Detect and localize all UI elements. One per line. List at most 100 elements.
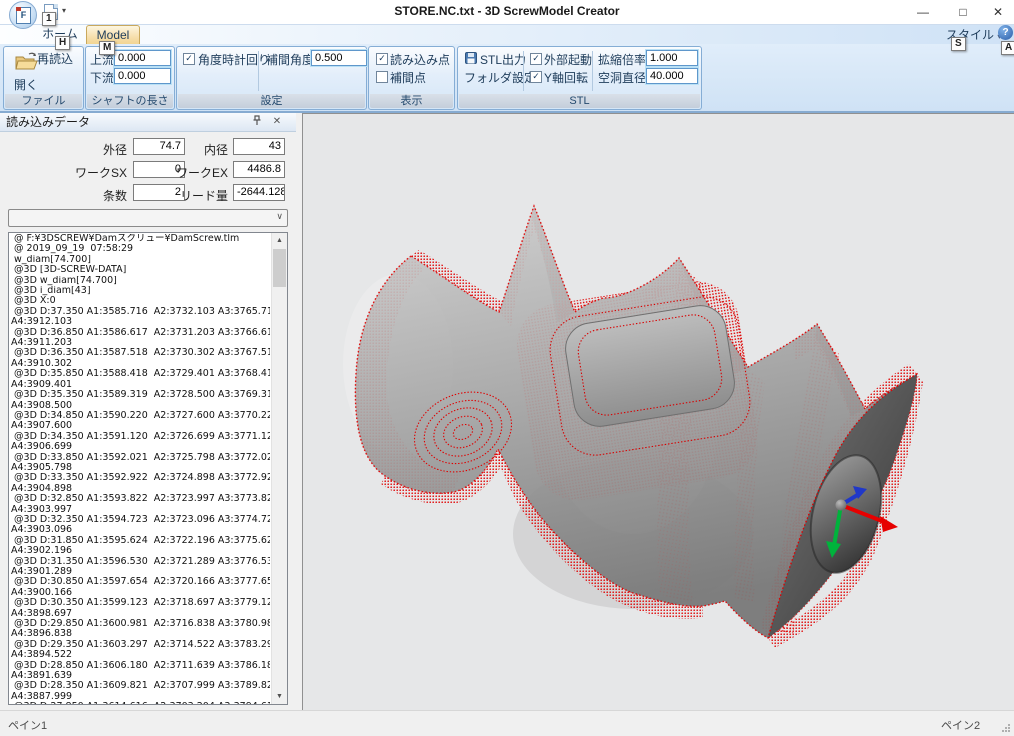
list-line[interactable]: @3D D:35.850 A1:3588.418 A2:3729.401 A3:…	[11, 369, 270, 379]
application-menu-button[interactable]: F	[9, 1, 37, 29]
inner-diameter-field[interactable]: 43	[233, 138, 285, 155]
minimize-button[interactable]: —	[908, 2, 938, 22]
list-line[interactable]: A4:3904.898	[11, 484, 270, 494]
clockwise-checkbox-label[interactable]: 角度時計回り	[198, 51, 270, 68]
list-line[interactable]: @3D D:30.350 A1:3599.123 A2:3718.697 A3:…	[11, 598, 270, 608]
screw-model-canvas	[303, 114, 1014, 711]
list-line[interactable]: @3D X:0	[11, 296, 270, 306]
y-rotate-checkbox[interactable]: ✓	[530, 71, 542, 83]
scale-factor-input[interactable]: 1.000	[646, 50, 698, 66]
list-line[interactable]: A4:3907.600	[11, 421, 270, 431]
list-line[interactable]: A4:3910.302	[11, 359, 270, 369]
loaded-points-label[interactable]: 読み込み点	[390, 51, 450, 68]
list-line[interactable]: @3D w_diam[74.700]	[11, 276, 270, 286]
list-line[interactable]: A4:3902.196	[11, 546, 270, 556]
reload-button[interactable]: 再読込	[37, 50, 73, 67]
loaded-points-checkbox[interactable]: ✓	[376, 53, 388, 65]
list-line[interactable]: A4:3912.103	[11, 317, 270, 327]
list-line[interactable]: @3D D:36.850 A1:3586.617 A2:3731.203 A3:…	[11, 328, 270, 338]
list-line[interactable]: @3D D:33.350 A1:3592.922 A2:3724.898 A3:…	[11, 473, 270, 483]
list-line[interactable]: A4:3906.699	[11, 442, 270, 452]
keytip-qat: 1	[42, 12, 56, 26]
folder-settings-button[interactable]: フォルダ設定	[464, 69, 536, 86]
list-line[interactable]: A4:3894.522	[11, 650, 270, 660]
group-label-stl: STL	[459, 94, 700, 108]
list-line[interactable]: @3D D:36.350 A1:3587.518 A2:3730.302 A3:…	[11, 348, 270, 358]
list-line[interactable]: A4:3896.838	[11, 629, 270, 639]
list-line[interactable]: A4:3905.798	[11, 463, 270, 473]
list-line[interactable]: A4:3900.166	[11, 588, 270, 598]
cavity-diameter-input[interactable]: 40.000	[646, 68, 698, 84]
list-line[interactable]: @3D D:31.350 A1:3596.530 A2:3721.289 A3:…	[11, 557, 270, 567]
list-line[interactable]: A4:3891.639	[11, 671, 270, 681]
y-rotate-label[interactable]: Y軸回転	[544, 69, 588, 86]
scale-factor-label: 拡縮倍率	[598, 51, 646, 68]
list-line[interactable]: A4:3911.203	[11, 338, 270, 348]
list-line[interactable]: @3D D:29.350 A1:3603.297 A2:3714.522 A3:…	[11, 640, 270, 650]
cavity-diameter-label: 空洞直径	[598, 69, 646, 86]
list-line[interactable]: A4:3909.401	[11, 380, 270, 390]
keytip-style: S	[951, 37, 966, 51]
list-line[interactable]: @3D D:34.850 A1:3590.220 A2:3727.600 A3:…	[11, 411, 270, 421]
scroll-down-icon[interactable]: ▼	[272, 689, 287, 704]
list-line[interactable]: A4:3898.697	[11, 609, 270, 619]
list-line[interactable]: @3D D:35.350 A1:3589.319 A2:3728.500 A3:…	[11, 390, 270, 400]
list-line[interactable]: w_diam[74.700]	[11, 255, 270, 265]
list-line[interactable]: A4:3887.999	[11, 692, 270, 702]
lead-amount-label: リード量	[162, 187, 228, 204]
group-label-shaft: シャフトの長さ	[87, 94, 173, 108]
work-ex-field[interactable]: 4486.8	[233, 161, 285, 178]
interp-points-label[interactable]: 補間点	[390, 69, 426, 86]
resize-grip[interactable]	[1001, 723, 1011, 733]
list-line[interactable]: @3D D:28.850 A1:3606.180 A2:3711.639 A3:…	[11, 661, 270, 671]
pin-icon[interactable]	[250, 115, 264, 129]
list-line[interactable]: @3D D:31.850 A1:3595.624 A2:3722.196 A3:…	[11, 536, 270, 546]
list-line[interactable]: A4:3903.096	[11, 525, 270, 535]
scroll-up-icon[interactable]: ▲	[272, 233, 287, 248]
list-line[interactable]: A4:3901.289	[11, 567, 270, 577]
list-line[interactable]: @3D D:37.350 A1:3585.716 A2:3732.103 A3:…	[11, 307, 270, 317]
ribbon-group-settings: ✓ 角度時計回り 補間角度 0.500 設定	[176, 46, 367, 110]
loaded-data-panel: 読み込みデータ ✕ 外径 74.7 内径 43 ワークSX 0 ワークEX 44…	[0, 113, 296, 710]
list-line[interactable]: @3D D:29.850 A1:3600.981 A2:3716.838 A3:…	[11, 619, 270, 629]
maximize-button[interactable]: □	[948, 2, 978, 22]
quick-access-dropdown-icon[interactable]: ▾	[62, 6, 66, 15]
list-line[interactable]: @3D i_diam[43]	[11, 286, 270, 296]
data-combobox[interactable]: ∨	[8, 209, 288, 227]
work-ex-label: ワークEX	[162, 164, 228, 181]
viewport-3d[interactable]	[302, 113, 1014, 711]
lead-amount-field[interactable]: -2644.1287	[233, 184, 285, 201]
inner-diameter-label: 内径	[162, 141, 228, 158]
list-line[interactable]: @3D D:28.350 A1:3609.821 A2:3707.999 A3:…	[11, 681, 270, 691]
list-line[interactable]: @3D D:33.850 A1:3592.021 A2:3725.798 A3:…	[11, 453, 270, 463]
list-line[interactable]: A4:3908.500	[11, 401, 270, 411]
list-scrollbar[interactable]: ▲ ▼	[271, 233, 287, 704]
list-line[interactable]: @3D D:34.350 A1:3591.120 A2:3726.699 A3:…	[11, 432, 270, 442]
clockwise-checkbox[interactable]: ✓	[183, 53, 195, 65]
upper-flow-input[interactable]: 0.000	[114, 50, 171, 66]
list-line[interactable]: @3D D:30.850 A1:3597.654 A2:3720.166 A3:…	[11, 577, 270, 587]
close-button[interactable]: ✕	[983, 2, 1013, 22]
list-line[interactable]: @3D D:27.850 A1:3614.616 A2:3703.204 A3:…	[11, 702, 270, 704]
external-launch-label[interactable]: 外部起動	[544, 51, 592, 68]
list-line[interactable]: @ 2019_09_19 07:58:29	[11, 244, 270, 254]
panel-header: 読み込みデータ ✕	[0, 113, 296, 132]
nc-data-list[interactable]: @ F:¥3DSCREW¥Damスクリュー¥DamScrew.tlm @ 201…	[8, 232, 288, 705]
external-launch-checkbox[interactable]: ✓	[530, 53, 542, 65]
interp-points-checkbox[interactable]	[376, 71, 388, 83]
panel-close-icon[interactable]: ✕	[270, 115, 284, 129]
lower-flow-input[interactable]: 0.000	[114, 68, 171, 84]
title-bar: STORE.NC.txt - 3D ScrewModel Creator — □…	[0, 0, 1014, 24]
list-line[interactable]: @ F:¥3DSCREW¥Damスクリュー¥DamScrew.tlm	[11, 234, 270, 244]
interp-angle-input[interactable]: 0.500	[311, 50, 367, 66]
open-button[interactable]: 開く	[6, 76, 46, 93]
stl-output-button[interactable]: STL出力	[480, 51, 526, 68]
keytip-help: A	[1001, 41, 1014, 55]
list-line[interactable]: @3D [3D-SCREW-DATA]	[11, 265, 270, 275]
scrollbar-thumb[interactable]	[273, 249, 286, 287]
list-line[interactable]: @3D D:32.850 A1:3593.822 A2:3723.997 A3:…	[11, 494, 270, 504]
list-line[interactable]: A4:3903.997	[11, 505, 270, 515]
status-pane1: ペイン1	[8, 717, 47, 733]
help-button[interactable]: ?	[998, 25, 1013, 40]
list-line[interactable]: @3D D:32.350 A1:3594.723 A2:3723.096 A3:…	[11, 515, 270, 525]
